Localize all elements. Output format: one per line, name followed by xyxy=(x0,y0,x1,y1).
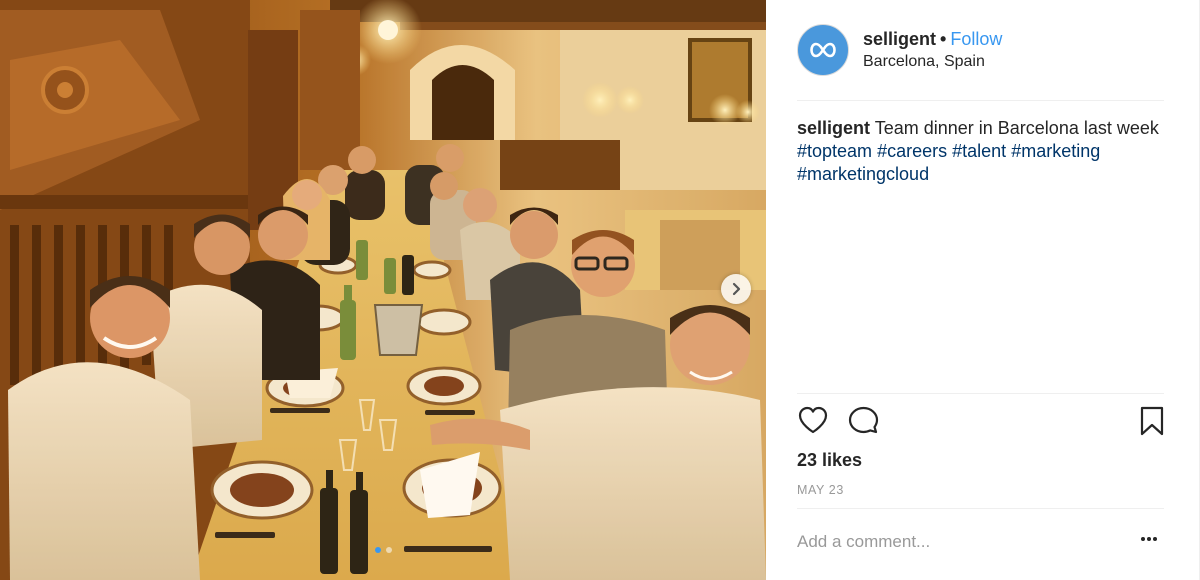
more-options-icon[interactable] xyxy=(1140,536,1158,542)
caption-text: Team dinner in Barcelona last week xyxy=(874,118,1159,138)
username-row: selligent • Follow xyxy=(863,29,1002,49)
username-link[interactable]: selligent xyxy=(863,29,936,49)
comment-divider xyxy=(797,508,1164,509)
hashtag-talent[interactable]: #talent xyxy=(952,141,1006,161)
comment-bubble-icon[interactable] xyxy=(847,405,879,435)
carousel-dot-1 xyxy=(374,547,381,553)
post-header: selligent • Follow Barcelona, Spain xyxy=(766,0,1200,100)
avatar[interactable] xyxy=(797,24,849,76)
actions-divider xyxy=(797,393,1164,394)
heart-icon[interactable] xyxy=(797,405,829,435)
comment-input[interactable] xyxy=(797,529,1107,555)
hashtag-marketing[interactable]: #marketing xyxy=(1011,141,1100,161)
header-divider xyxy=(797,100,1164,101)
hashtag-careers[interactable]: #careers xyxy=(877,141,947,161)
follow-button[interactable]: Follow xyxy=(950,29,1002,49)
hashtag-marketingcloud[interactable]: #marketingcloud xyxy=(797,164,929,184)
post-date[interactable]: MAY 23 xyxy=(797,483,844,497)
dinner-photo-illustration xyxy=(0,0,766,580)
carousel-next-button[interactable] xyxy=(721,274,751,304)
post-caption: selligent Team dinner in Barcelona last … xyxy=(797,117,1169,186)
separator-dot: • xyxy=(940,29,947,49)
caption-username[interactable]: selligent xyxy=(797,118,870,138)
post-photo[interactable] xyxy=(0,0,766,580)
post-sidebar: selligent • Follow Barcelona, Spain sellig… xyxy=(766,0,1200,580)
post-actions xyxy=(797,405,1167,439)
hashtag-topteam[interactable]: #topteam xyxy=(797,141,872,161)
chevron-right-icon xyxy=(732,282,741,296)
bookmark-icon[interactable] xyxy=(1138,405,1166,437)
likes-count[interactable]: 23 likes xyxy=(797,450,862,471)
location-link[interactable]: Barcelona, Spain xyxy=(863,53,985,71)
carousel-dot-2 xyxy=(385,547,392,553)
selligent-logo-icon xyxy=(810,42,836,58)
carousel-indicator xyxy=(0,547,766,553)
instagram-post: selligent • Follow Barcelona, Spain sellig… xyxy=(0,0,1200,580)
